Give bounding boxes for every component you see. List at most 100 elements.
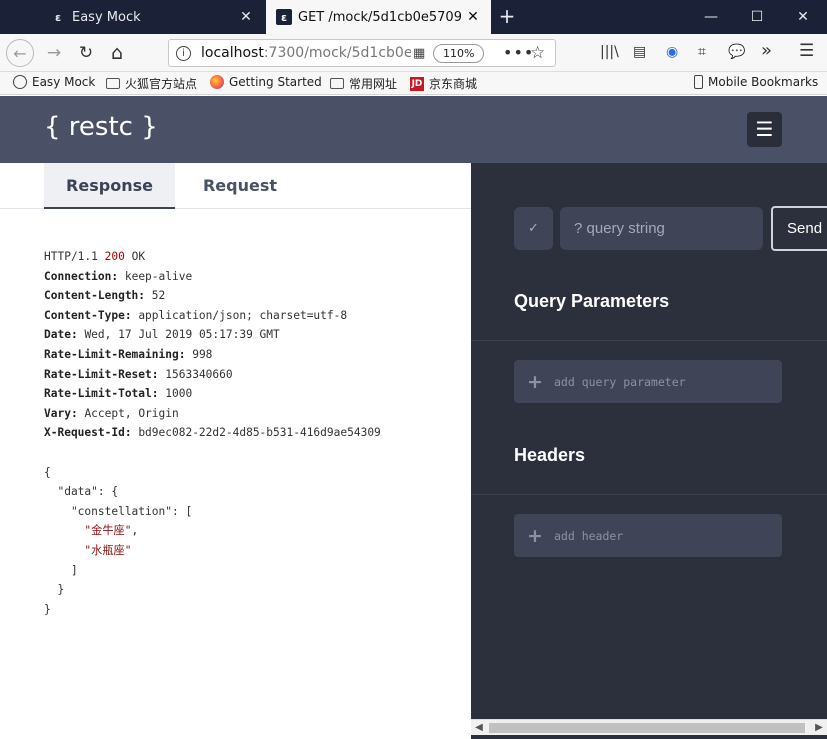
hamburger-menu-icon[interactable]: ☰ [799,41,814,61]
json-string: "金牛座" [84,524,132,538]
status-line: HTTP/1.1 200 OK [44,250,145,263]
bookmark-label: 火狐官方站点 [125,77,198,91]
close-tab-icon[interactable]: ✕ [234,9,258,25]
bookmark-star-icon[interactable]: ☆ [530,43,545,63]
browser-tab-strip: ε Easy Mock ✕ ε GET /mock/5d1cb0e570963c… [0,0,827,34]
json-line: "data": { [44,485,119,499]
close-window-button[interactable]: ✕ [780,0,826,34]
response-header: X-Request-Id: bd9ec082-22d2-4d85-b531-41… [44,426,381,439]
header-key: Content-Type: [44,308,132,322]
restc-logo: { restc } [44,112,158,142]
browser-tab-mock-request[interactable]: ε GET /mock/5d1cb0e570963c ✕ [266,0,491,34]
headers-title: Headers [514,445,586,465]
new-tab-button[interactable]: + [494,0,520,34]
scroll-left-arrow-icon[interactable]: ◀ [471,720,487,736]
restc-favicon: ε [276,9,292,25]
address-bar[interactable]: i localhost:7300/mock/5d1cb0e ▦ 110% •••… [168,39,556,67]
query-parameters-title: Query Parameters [514,291,670,311]
library-icon[interactable]: |||\ [600,44,619,60]
response-header: Rate-Limit-Remaining: 998 [44,348,212,361]
tab-request[interactable]: Request [175,163,305,209]
bookmark-easy-mock[interactable]: Easy Mock [13,75,95,89]
close-tab-icon[interactable]: ✕ [461,9,485,25]
json-punct: , [131,524,139,538]
bookmark-folder-firefox-sites[interactable]: 火狐官方站点 [106,75,197,92]
header-value: 52 [151,289,166,303]
browser-tab-easy-mock[interactable]: ε Easy Mock ✕ [40,0,264,34]
url-text[interactable]: localhost:7300/mock/5d1cb0e [201,45,411,61]
header-value: 998 [192,347,213,361]
divider [471,494,827,495]
header-value: 1000 [165,387,193,401]
add-header-label: add header [554,528,624,543]
app-header: { restc } ☰ [0,96,827,163]
query-string-input[interactable] [560,207,763,250]
site-info-icon[interactable]: i [176,46,191,61]
json-string: "水瓶座" [84,543,132,557]
bookmarks-toolbar: Easy Mock 火狐官方站点 Getting Started 常用网址 JD… [0,72,827,95]
zoom-level-badge[interactable]: 110% [433,44,485,63]
qr-code-icon[interactable]: ▦ [413,46,425,61]
mobile-bookmarks[interactable]: Mobile Bookmarks [694,75,818,89]
easy-mock-favicon: ε [54,10,62,24]
add-query-parameter-button[interactable]: + add query parameter [514,360,782,403]
folder-icon [106,78,120,89]
bookmark-label: 常用网址 [349,77,398,91]
home-button[interactable]: ⌂ [103,39,131,67]
response-header: Content-Length: 52 [44,289,165,302]
header-value: bd9ec082-22d2-4d85-b531-416d9ae54309 [138,426,381,440]
header-key: X-Request-Id: [44,426,132,440]
minimize-window-button[interactable]: — [688,0,734,34]
phone-icon [694,75,703,89]
url-path: :7300/mock/5d1cb0e [263,45,411,61]
response-header: Rate-Limit-Reset: 1563340660 [44,368,233,381]
http-protocol: HTTP/1.1 [44,250,98,263]
chat-icon[interactable]: 💬 [728,44,745,60]
bookmark-folder-common-sites[interactable]: 常用网址 [330,75,397,92]
reload-button[interactable]: ↻ [72,39,100,67]
add-query-parameter-label: add query parameter [554,374,686,389]
header-key: Content-Length: [44,289,146,303]
header-key: Rate-Limit-Total: [44,387,159,401]
url-host: localhost [201,45,264,61]
bookmark-jd[interactable]: JD 京东商城 [410,75,477,92]
header-value: application/json; charset=utf-8 [138,308,348,322]
send-button[interactable]: Send [771,206,827,251]
panel-tabs: Response Request [0,163,471,209]
horizontal-scrollbar[interactable]: ◀ ▶ [471,719,827,735]
overflow-menu-icon[interactable]: » [761,40,772,61]
tab-title: Easy Mock [72,9,141,25]
tab-title: GET /mock/5d1cb0e570963c [298,9,461,25]
plus-icon: + [527,524,543,547]
page-content: { restc } ☰ Response Request HTTP/1.1 20… [0,96,827,739]
response-header: Date: Wed, 17 Jul 2019 05:17:39 GMT [44,328,280,341]
json-line: "constellation": [ [44,504,193,518]
scrollbar-thumb[interactable] [489,723,805,733]
status-code: 200 [104,250,125,263]
firefox-icon [210,75,224,89]
response-header: Connection: keep-alive [44,270,192,283]
scroll-right-arrow-icon[interactable]: ▶ [811,720,827,736]
forward-button[interactable]: → [40,39,68,67]
status-text: OK [131,250,146,263]
bookmark-label: Easy Mock [32,75,96,89]
maximize-window-button[interactable]: ☐ [734,0,780,34]
header-value: keep-alive [124,269,193,283]
header-key: Rate-Limit-Remaining: [44,347,186,361]
method-toggle-button[interactable]: ✓ [514,207,553,250]
add-header-button[interactable]: + add header [514,514,782,557]
request-panel: ✓ Send Query Parameters + add query para… [471,163,827,739]
account-icon[interactable]: ◉ [666,44,678,60]
menu-button[interactable]: ☰ [747,112,782,147]
jd-icon: JD [410,76,424,91]
screenshot-crop-icon[interactable]: ⌗ [698,44,706,60]
header-value: Accept, Origin [84,406,179,420]
response-header: Content-Type: application/json; charset=… [44,309,347,322]
bookmark-getting-started[interactable]: Getting Started [210,75,322,89]
response-output: HTTP/1.1 200 OK Connection: keep-alive C… [44,247,381,619]
back-button[interactable]: ← [6,39,34,67]
tab-response[interactable]: Response [44,163,175,209]
sidebar-icon[interactable]: ▤ [633,44,646,60]
folder-icon [330,78,344,89]
header-key: Connection: [44,269,119,283]
